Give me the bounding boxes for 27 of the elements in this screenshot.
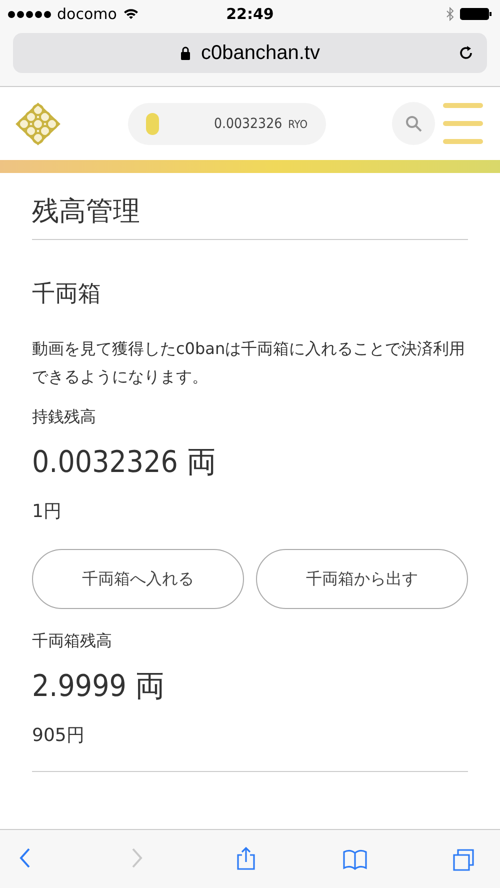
search-button[interactable] xyxy=(392,102,435,145)
battery-icon xyxy=(460,8,492,20)
page-title: 残高管理 xyxy=(32,193,468,240)
signal-icon xyxy=(8,10,51,18)
search-icon xyxy=(404,114,422,132)
wallet-balance-yen-value: 1円 xyxy=(32,500,62,523)
withdraw-button[interactable]: 千両箱から出す xyxy=(256,549,468,609)
tabs-icon[interactable] xyxy=(450,846,476,872)
description-text: 動画を見て獲得したc0banは千両箱に入れることで決済利用できるようになります。 xyxy=(32,338,466,388)
balance-amount: 0.0032326 xyxy=(214,116,282,132)
deposit-button[interactable]: 千両箱へ入れる xyxy=(32,549,244,609)
wallet-balance-amount: 0.0032326 両 xyxy=(32,444,218,482)
balance-unit: RYO xyxy=(288,118,308,130)
lock-icon xyxy=(180,46,191,60)
box-balance-label: 千両箱残高 xyxy=(32,631,113,652)
box-balance-yen-value: 905円 xyxy=(32,724,86,747)
carrier-name: docomo xyxy=(57,5,117,23)
bluetooth-icon xyxy=(446,7,454,21)
box-balance-amount: 2.9999 両 xyxy=(32,668,166,706)
section-title: 千両箱 xyxy=(32,280,102,309)
clock-time: 22:49 xyxy=(226,5,274,23)
coin-icon xyxy=(146,112,158,134)
address-bar[interactable]: c0banchan.tv xyxy=(13,33,487,73)
wallet-balance-label: 持銭残高 xyxy=(32,407,97,428)
wifi-icon xyxy=(122,8,139,20)
logo-icon[interactable] xyxy=(15,102,61,146)
reload-icon[interactable] xyxy=(457,44,475,62)
